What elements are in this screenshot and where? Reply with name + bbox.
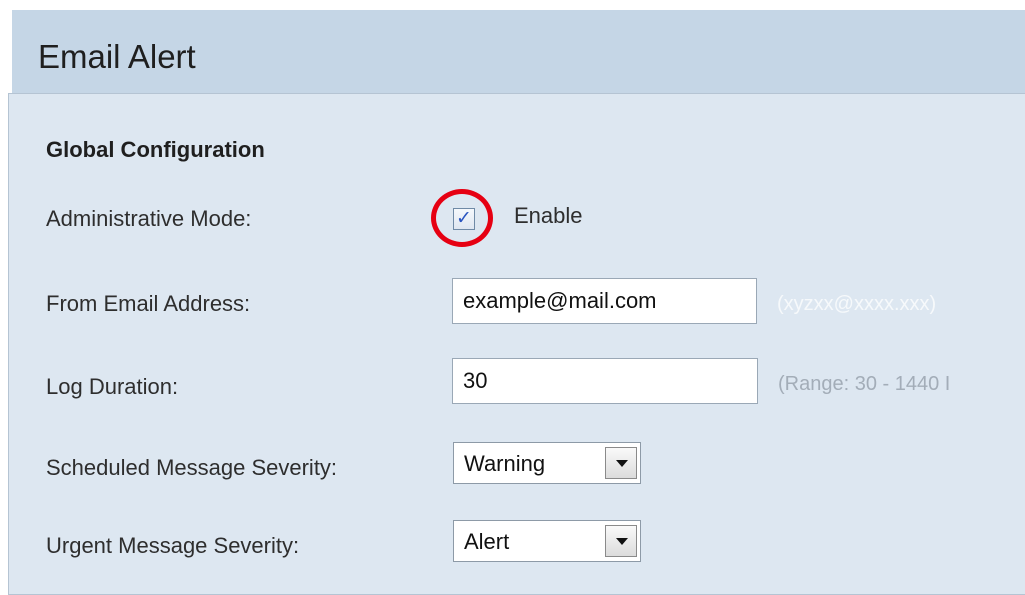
highlight-circle-icon <box>431 189 493 247</box>
log-duration-range-hint: (Range: 30 - 1440 I <box>778 373 951 395</box>
from-email-field[interactable]: example@mail.com <box>452 278 757 324</box>
urgent-severity-value: Alert <box>464 529 510 554</box>
enable-label: Enable <box>514 203 583 228</box>
scheduled-severity-select[interactable]: Warning <box>453 442 641 484</box>
chevron-down-icon[interactable] <box>605 525 637 557</box>
scheduled-severity-label: Scheduled Message Severity: <box>46 455 338 480</box>
log-duration-label: Log Duration: <box>46 374 179 399</box>
log-duration-field[interactable]: 30 <box>452 358 758 404</box>
scheduled-severity-value: Warning <box>464 451 546 476</box>
urgent-severity-select[interactable]: Alert <box>453 520 641 562</box>
administrative-mode-label: Administrative Mode: <box>46 206 252 231</box>
chevron-down-icon[interactable] <box>605 447 637 479</box>
from-email-hint: (xyzxx@xxxx.xxx) <box>777 293 937 315</box>
section-heading: Global Configuration <box>46 137 265 162</box>
page-title: Email Alert <box>38 38 196 75</box>
from-email-label: From Email Address: <box>46 291 251 316</box>
urgent-severity-label: Urgent Message Severity: <box>46 533 300 558</box>
